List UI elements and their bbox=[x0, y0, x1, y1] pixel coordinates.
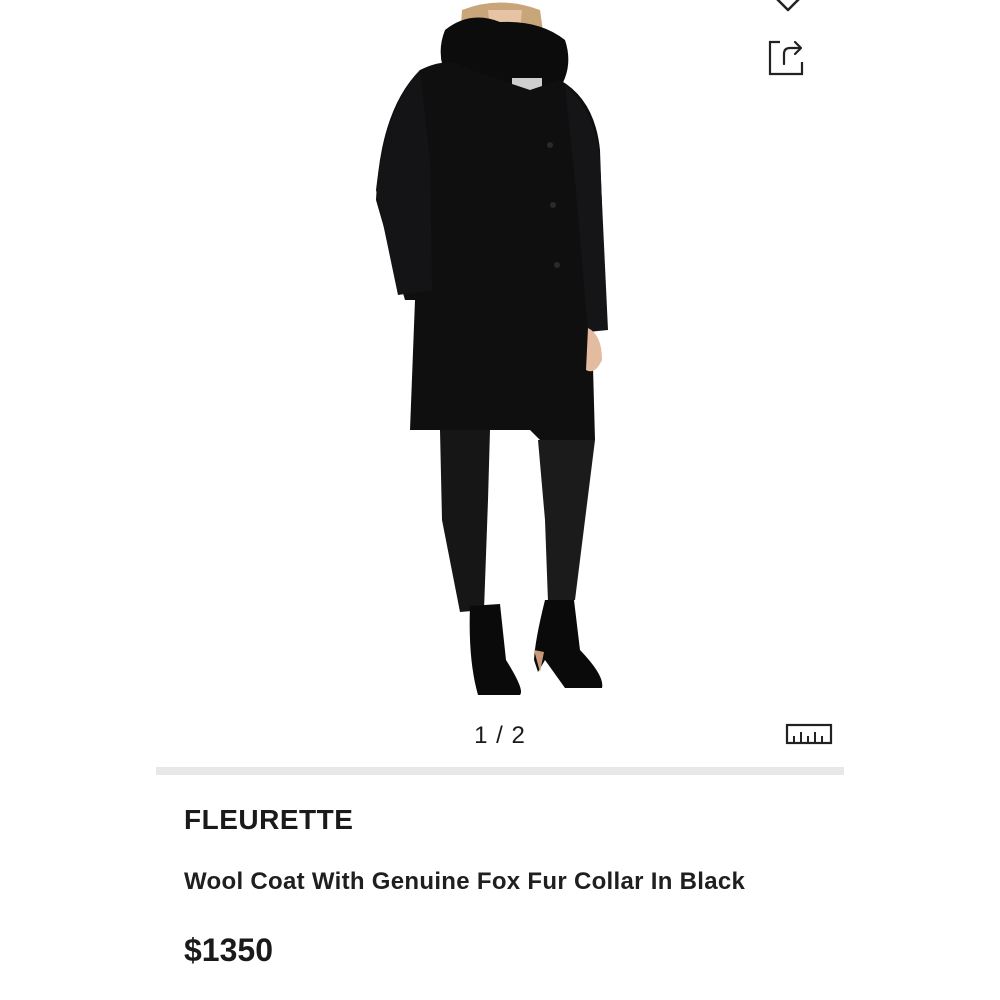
heart-icon bbox=[776, 0, 800, 12]
product-image[interactable] bbox=[340, 0, 660, 705]
brand-name[interactable]: FLEURETTE bbox=[184, 804, 353, 836]
model-hand bbox=[586, 328, 602, 372]
boot-right bbox=[534, 600, 603, 688]
product-price: $1350 bbox=[184, 932, 273, 968]
coat-button bbox=[554, 262, 560, 268]
share-button[interactable] bbox=[766, 38, 808, 78]
size-guide-button[interactable] bbox=[784, 720, 834, 750]
coat-button bbox=[547, 142, 553, 148]
model-leg-left bbox=[440, 430, 490, 612]
product-title: Wool Coat With Genuine Fox Fur Collar In… bbox=[184, 868, 746, 895]
model-leg-right bbox=[538, 440, 595, 602]
image-pager: 1 / 2 bbox=[474, 722, 526, 749]
coat-button bbox=[550, 202, 556, 208]
gallery-divider bbox=[156, 767, 844, 775]
coat-sleeve-left bbox=[376, 70, 432, 295]
share-icon bbox=[768, 40, 804, 76]
ruler-icon bbox=[785, 723, 833, 745]
wishlist-button[interactable] bbox=[768, 0, 808, 16]
boot-left bbox=[469, 604, 522, 695]
